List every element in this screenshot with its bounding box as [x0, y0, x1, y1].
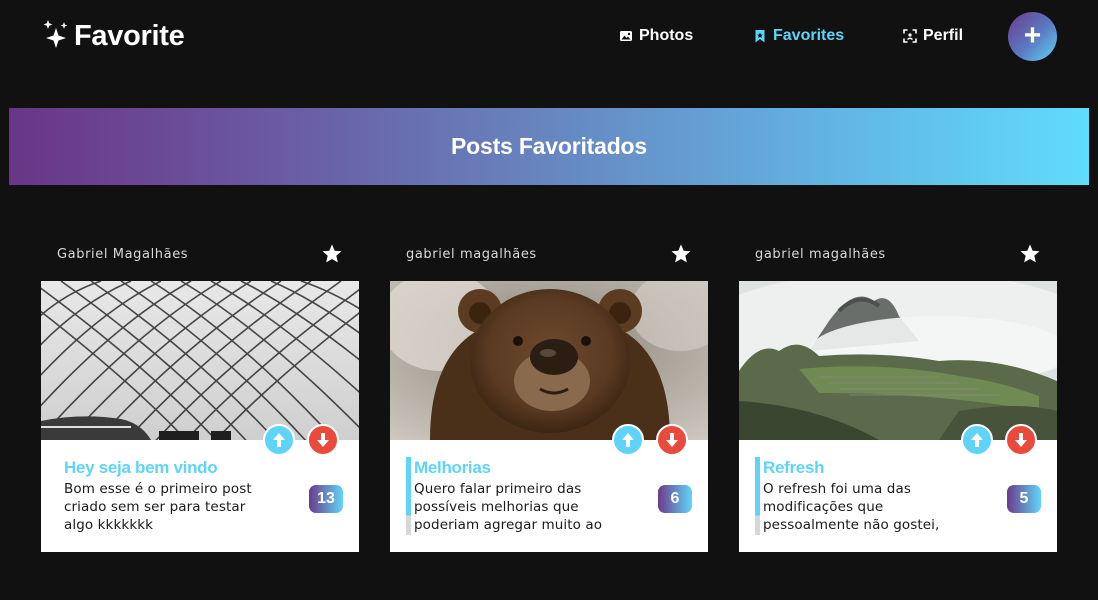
post-author: gabriel magalhães: [406, 246, 537, 262]
post-title: Hey seja bem vindo: [64, 458, 218, 477]
post-card: gabriel magalhães: [390, 236, 708, 552]
post-body-card[interactable]: Refresh O refresh foi uma das modificaçõ…: [739, 281, 1057, 552]
page-title: Posts Favoritados: [451, 133, 647, 159]
post-title: Melhorias: [414, 458, 491, 477]
nav-favorites-label: Favorites: [773, 27, 845, 44]
nav-favorites[interactable]: Favorites: [753, 24, 844, 48]
add-post-button[interactable]: +: [1008, 12, 1057, 61]
nav-photos-label: Photos: [639, 27, 694, 44]
post-image: [739, 281, 1057, 440]
post-description: O refresh foi uma das modificações que p…: [763, 481, 940, 536]
post-content: Refresh O refresh foi uma das modificaçõ…: [739, 440, 1057, 552]
top-navbar: Favorite Photos Favorites Perfil +: [0, 0, 1098, 76]
nav-perfil-label: Perfil: [923, 27, 964, 44]
post-description: Bom esse é o primeiro post criado sem se…: [64, 481, 252, 533]
nav-perfil[interactable]: Perfil: [903, 24, 963, 48]
post-header: gabriel magalhães: [739, 236, 1057, 272]
star-icon[interactable]: [321, 243, 343, 265]
profile-scan-icon: [903, 29, 917, 43]
app-logo[interactable]: Favorite: [42, 16, 185, 56]
accent-bar: [406, 457, 411, 535]
post-author: Gabriel Magalhães: [57, 246, 189, 262]
post-content: Melhorias Quero falar primeiro das possí…: [390, 440, 708, 552]
nav-photos[interactable]: Photos: [619, 24, 693, 48]
accent-bar: [755, 457, 760, 535]
post-author: gabriel magalhães: [755, 246, 886, 262]
post-header: gabriel magalhães: [390, 236, 708, 272]
post-image: [41, 281, 359, 440]
post-body-card[interactable]: Melhorias Quero falar primeiro das possí…: [390, 281, 708, 552]
app-title: Favorite: [74, 19, 185, 52]
post-content: Hey seja bem vindo Bom esse é o primeiro…: [41, 440, 359, 552]
post-body-card[interactable]: Hey seja bem vindo Bom esse é o primeiro…: [41, 281, 359, 552]
post-description: Quero falar primeiro das possíveis melho…: [414, 481, 603, 536]
star-icon[interactable]: [1019, 243, 1041, 265]
vote-count-badge: 5: [1007, 485, 1041, 513]
post-title: Refresh: [763, 458, 825, 477]
post-header: Gabriel Magalhães: [41, 236, 359, 272]
star-icon[interactable]: [670, 243, 692, 265]
page-banner: Posts Favoritados: [9, 108, 1089, 185]
vote-count-badge: 13: [309, 485, 343, 513]
post-card: Gabriel Magalhães Hey seja bem vindo Bom…: [41, 236, 359, 552]
bookmark-icon: [755, 30, 765, 43]
post-card: gabriel magalhães: [739, 236, 1057, 552]
plus-icon: +: [1023, 18, 1042, 52]
image-icon: [620, 31, 632, 41]
vote-count-badge: 6: [658, 485, 692, 513]
post-image: [390, 281, 708, 440]
sparkles-icon: [43, 20, 68, 48]
